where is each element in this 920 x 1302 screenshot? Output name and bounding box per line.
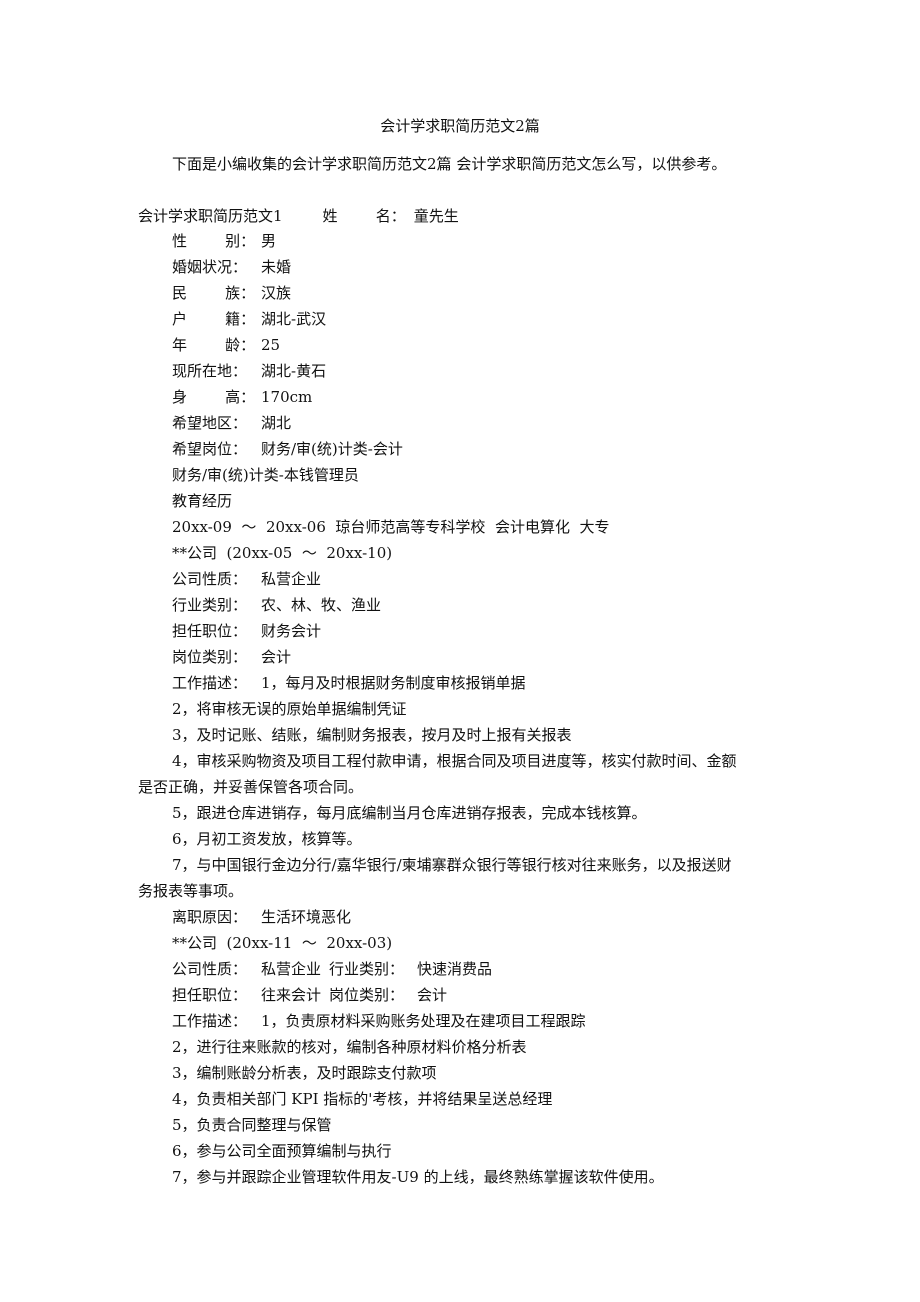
extra-position: 财务/审(统)计类-本钱管理员 xyxy=(172,466,359,484)
duty-line: 6，参与公司全面预算编制与执行 xyxy=(172,1142,392,1160)
field-value: 湖北 xyxy=(261,414,292,432)
field-value: 男 xyxy=(261,232,277,250)
field-row: 工作描述： 1，负责原材料采购账务处理及在建项目工程跟踪 xyxy=(172,1011,586,1031)
job1-header: **公司 (20xx-05 ～ 20xx-10) xyxy=(172,544,393,562)
education-heading: 教育经历 xyxy=(172,492,233,510)
field-label: 现所在地： xyxy=(172,362,248,380)
duty-line: 7，参与并跟踪企业管理软件用友-U9 的上线，最终熟练掌握该软件使用。 xyxy=(172,1168,664,1186)
duty-line: 3，编制账龄分析表，及时跟踪支付款项 xyxy=(172,1064,437,1082)
field-value: 财务/审(统)计类-会计 xyxy=(261,440,403,458)
field-row: 公司性质： 私营企业 xyxy=(172,569,321,589)
document-title: 会计学求职简历范文2篇 xyxy=(380,117,540,135)
name-value: 童先生 xyxy=(413,207,459,225)
field-row: 公司性质： 私营企业 行业类别： 快速消费品 xyxy=(172,959,492,979)
field-label: 婚姻状况： xyxy=(172,258,248,276)
field-row: 工作描述： 1，每月及时根据财务制度审核报销单据 xyxy=(172,673,526,693)
document-page: 会计学求职简历范文2篇 下面是小编收集的会计学求职简历范文2篇 会计学求职简历范… xyxy=(0,0,920,1302)
field-row: 岗位类别： 会计 xyxy=(172,647,291,667)
field-row: 现所在地： 湖北-黄石 xyxy=(172,361,326,381)
leave-reason-value: 生活环境恶化 xyxy=(261,908,352,926)
field-value: 湖北-武汉 xyxy=(261,310,327,328)
field-row: 希望地区： 湖北 xyxy=(172,413,291,433)
field-label: 担任职位： xyxy=(172,986,248,1004)
duty-line: 2，进行往来账款的核对，编制各种原材料价格分析表 xyxy=(172,1038,527,1056)
duty-line-continued: 是否正确，并妥善保管各项合同。 xyxy=(138,778,364,796)
field-value: 会计 xyxy=(417,986,448,1004)
field-label: 岗位类别： xyxy=(172,648,248,666)
field-row: 担任职位： 财务会计 xyxy=(172,621,321,641)
education-entry: 20xx-09 ～ 20xx-06 琼台师范高等专科学校 会计电算化 大专 xyxy=(172,518,610,536)
field-row: 行业类别： 农、林、牧、渔业 xyxy=(172,595,381,615)
field-label: 行业类别： xyxy=(172,596,248,614)
field-row: 性 别： 男 xyxy=(172,231,276,251)
duty-line: 5，负责合同整理与保管 xyxy=(172,1116,332,1134)
resume-heading: 会计学求职简历范文1 xyxy=(138,207,283,225)
field-label: 工作描述： xyxy=(172,674,248,692)
field-value: 未婚 xyxy=(261,258,292,276)
duty-line: 3，及时记账、结账，编制财务报表，按月及时上报有关报表 xyxy=(172,726,572,744)
resume-heading-row: 会计学求职简历范文1 姓 名： 童先生 xyxy=(138,206,459,226)
field-label: 性 别： xyxy=(172,232,256,250)
field-value: 1，每月及时根据财务制度审核报销单据 xyxy=(261,674,526,692)
field-row: 户 籍： 湖北-武汉 xyxy=(172,309,326,329)
field-row: 民 族： 汉族 xyxy=(172,283,291,303)
field-value: 1，负责原材料采购账务处理及在建项目工程跟踪 xyxy=(261,1012,586,1030)
duty-line-continued: 务报表等事项。 xyxy=(138,882,244,900)
duty-line: 4，审核采购物资及项目工程付款申请，根据合同及项目进度等，核实付款时间、金额 xyxy=(172,752,737,770)
leave-reason-label: 离职原因： xyxy=(172,908,248,926)
name-label: 姓 名： xyxy=(322,207,406,225)
field-label: 岗位类别： xyxy=(329,986,405,1004)
field-label: 希望岗位： xyxy=(172,440,248,458)
leave-reason-row: 离职原因： 生活环境恶化 xyxy=(172,907,351,927)
field-value: 私营企业 xyxy=(261,570,322,588)
field-value: 私营企业 xyxy=(261,960,322,978)
field-label: 担任职位： xyxy=(172,622,248,640)
duty-line: 7，与中国银行金边分行/嘉华银行/柬埔寨群众银行等银行核对往来账务，以及报送财 xyxy=(172,856,732,874)
field-value: 农、林、牧、渔业 xyxy=(261,596,382,614)
field-label: 年 龄： xyxy=(172,336,256,354)
field-row: 年 龄： 25 xyxy=(172,335,280,355)
field-label: 民 族： xyxy=(172,284,256,302)
field-label: 希望地区： xyxy=(172,414,248,432)
field-label: 公司性质： xyxy=(172,570,248,588)
field-value: 170cm xyxy=(261,388,313,406)
field-row: 婚姻状况： 未婚 xyxy=(172,257,291,277)
field-value: 会计 xyxy=(261,648,292,666)
duty-line: 2，将审核无误的原始单据编制凭证 xyxy=(172,700,407,718)
field-label: 身 高： xyxy=(172,388,256,406)
duty-line: 4，负责相关部门 KPI 指标的'考核，并将结果呈送总经理 xyxy=(172,1090,553,1108)
field-label: 户 籍： xyxy=(172,310,256,328)
duty-line: 5，跟进仓库进销存，每月底编制当月仓库进销存报表，完成本钱核算。 xyxy=(172,804,647,822)
field-label: 公司性质： xyxy=(172,960,248,978)
field-value: 财务会计 xyxy=(261,622,322,640)
field-label: 行业类别： xyxy=(329,960,405,978)
field-row: 担任职位： 往来会计 岗位类别： 会计 xyxy=(172,985,447,1005)
intro-paragraph: 下面是小编收集的会计学求职简历范文2篇 会计学求职简历范文怎么写，以供参考。 xyxy=(172,155,727,173)
job2-header: **公司 (20xx-11 ～ 20xx-03) xyxy=(172,934,393,952)
field-label: 工作描述： xyxy=(172,1012,248,1030)
field-value: 汉族 xyxy=(261,284,292,302)
field-value: 往来会计 xyxy=(261,986,322,1004)
field-row: 身 高： 170cm xyxy=(172,387,312,407)
field-value: 快速消费品 xyxy=(417,960,493,978)
field-value: 湖北-黄石 xyxy=(261,362,327,380)
field-row: 希望岗位： 财务/审(统)计类-会计 xyxy=(172,439,403,459)
field-value: 25 xyxy=(261,336,281,354)
duty-line: 6，月初工资发放，核算等。 xyxy=(172,830,362,848)
